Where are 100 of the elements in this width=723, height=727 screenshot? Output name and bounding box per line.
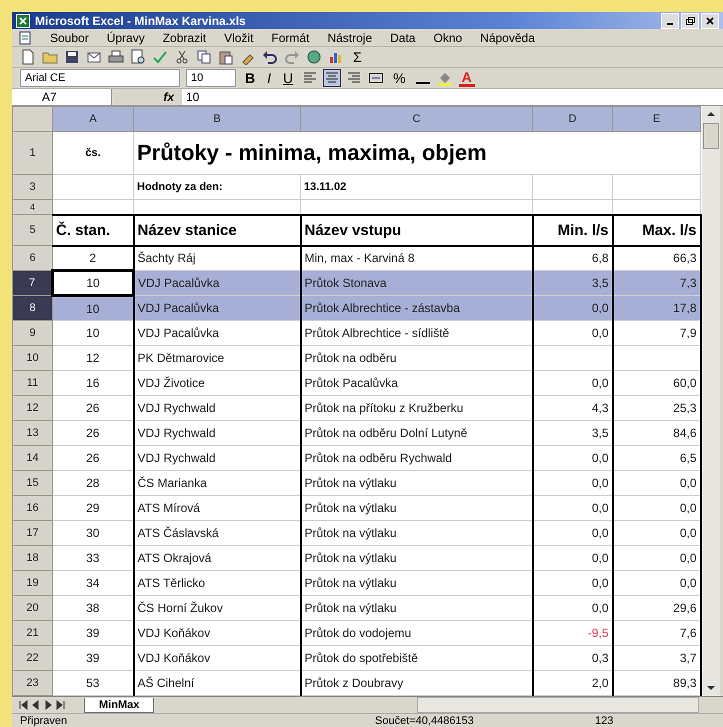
table-cell: 84,6	[612, 420, 700, 446]
table-cell: Průtok na odběru	[300, 346, 532, 371]
column-heading: Název vstupu	[300, 214, 532, 246]
row-header[interactable]: 3	[12, 174, 52, 200]
row-header[interactable]: 19	[12, 570, 52, 596]
row-header[interactable]: 20	[12, 596, 52, 621]
table-cell: VDJ Pacalůvka	[134, 320, 300, 346]
cut-icon[interactable]	[174, 49, 190, 66]
table-cell: 13.11.02	[300, 174, 532, 200]
row-header[interactable]: 10	[12, 346, 52, 371]
row-header[interactable]: 18	[12, 546, 52, 571]
function-button[interactable]: fx	[112, 89, 182, 106]
table-cell: ČS Marianka	[134, 470, 300, 496]
table-cell: 0,3	[532, 646, 612, 671]
font-field[interactable]: Arial CE	[20, 69, 180, 88]
table-cell: Průtok na výtlaku	[300, 470, 532, 496]
row-header[interactable]: 16	[12, 496, 52, 521]
menu-item[interactable]: Formát	[271, 30, 310, 45]
menu-item[interactable]: Zobrazit	[162, 30, 206, 45]
row-header[interactable]: 5	[12, 214, 52, 246]
fill-color-icon[interactable]	[436, 70, 453, 86]
table-cell: ATS Okrajová	[134, 546, 300, 571]
table-cell: VDJ Koňákov	[134, 646, 300, 671]
row-header[interactable]: 22	[12, 646, 52, 671]
row-header[interactable]: 4	[12, 200, 52, 215]
table-cell: Průtok do vodojemu	[300, 620, 532, 646]
table-cell: 0,0	[532, 496, 612, 521]
new-icon[interactable]	[20, 49, 36, 66]
window-title: Microsoft Excel - MinMax Karvina.xls	[35, 14, 246, 28]
column-header[interactable]: A	[52, 106, 134, 132]
paste-icon[interactable]	[218, 49, 234, 66]
column-header[interactable]: E	[612, 106, 700, 132]
restore-button[interactable]	[681, 12, 699, 29]
italic-button[interactable]: I	[264, 70, 274, 86]
table-cell: 0,0	[532, 320, 612, 346]
table-cell: ATS Čáslavská	[134, 520, 300, 546]
row-header[interactable]: 21	[12, 620, 52, 646]
undo-icon[interactable]	[262, 49, 278, 66]
row-header[interactable]: 17	[12, 520, 52, 546]
menu-item[interactable]: Okno	[433, 30, 462, 45]
table-cell: 0,0	[612, 470, 700, 496]
menu-item[interactable]: Nástroje	[327, 30, 372, 45]
document-icon[interactable]	[18, 30, 32, 45]
close-button[interactable]	[701, 12, 719, 29]
status-text: Připraven	[20, 714, 68, 727]
table-cell: čs.	[52, 132, 134, 175]
scroll-thumb[interactable]	[702, 123, 718, 150]
menu-item[interactable]: Soubor	[50, 30, 89, 45]
copy-icon[interactable]	[196, 49, 212, 66]
table-cell: 0,0	[532, 470, 612, 496]
table-cell: 7,6	[612, 620, 700, 646]
table-cell: Průtok Albrechtice - zástavba	[300, 296, 532, 321]
table-cell: Průtok na odběru Rychwald	[300, 446, 532, 471]
row-header[interactable]: 8	[12, 296, 52, 321]
menu-item[interactable]: Vložit	[224, 30, 254, 45]
table-cell: 0,0	[612, 496, 700, 521]
row-header[interactable]: 14	[12, 446, 52, 471]
close-icon	[705, 16, 715, 26]
table-cell: VDJ Rychwald	[134, 446, 300, 471]
bold-button[interactable]: B	[242, 70, 258, 86]
column-header[interactable]: C	[300, 106, 532, 132]
table-cell: Průtok na výtlaku	[300, 496, 532, 521]
table-cell: 0,0	[532, 296, 612, 321]
formula-field[interactable]: 10	[182, 90, 200, 104]
table-cell: 10	[52, 296, 134, 321]
table-cell: 6,5	[612, 446, 700, 471]
row-header[interactable]: 6	[12, 246, 52, 271]
menu-item[interactable]: Úpravy	[106, 30, 145, 45]
print-icon[interactable]	[108, 49, 124, 66]
row-header[interactable]: 15	[12, 470, 52, 496]
horizontal-scrollbar[interactable]	[417, 697, 699, 714]
save-icon[interactable]	[64, 49, 80, 66]
percent-button[interactable]: %	[390, 70, 409, 86]
row-header[interactable]: 7	[12, 270, 52, 296]
row-header[interactable]: 12	[12, 396, 52, 421]
table-cell: -9,5	[532, 620, 612, 646]
minimize-button[interactable]	[661, 12, 679, 29]
table-cell: Průtok na výtlaku	[300, 520, 532, 546]
table-cell: 0,0	[532, 596, 612, 621]
align-center-icon[interactable]	[324, 70, 340, 86]
table-cell: Průtok na výtlaku	[300, 596, 532, 621]
row-header[interactable]: 9	[12, 320, 52, 346]
table-cell: 0,0	[612, 546, 700, 571]
preview-icon[interactable]	[130, 49, 146, 66]
vertical-scrollbar[interactable]	[702, 106, 720, 696]
row-header[interactable]: 23	[12, 670, 52, 696]
font-size-field[interactable]: 10	[186, 69, 236, 88]
menu-item[interactable]: Data	[390, 30, 416, 45]
row-header[interactable]: 11	[12, 370, 52, 396]
sheet-tab[interactable]: MinMax	[84, 698, 154, 713]
table-cell: Průtok Pacalůvka	[300, 370, 532, 396]
column-header[interactable]: B	[134, 106, 300, 132]
table-cell: 10	[52, 270, 134, 296]
row-header[interactable]: 1	[12, 132, 52, 175]
column-header[interactable]: D	[532, 106, 612, 132]
autosum-button[interactable]: Σ	[350, 49, 365, 66]
menu-item[interactable]: Nápověda	[480, 30, 535, 45]
table-cell: ATS Mírová	[134, 496, 300, 521]
row-header[interactable]: 13	[12, 420, 52, 446]
underline-button[interactable]: U	[280, 70, 296, 86]
